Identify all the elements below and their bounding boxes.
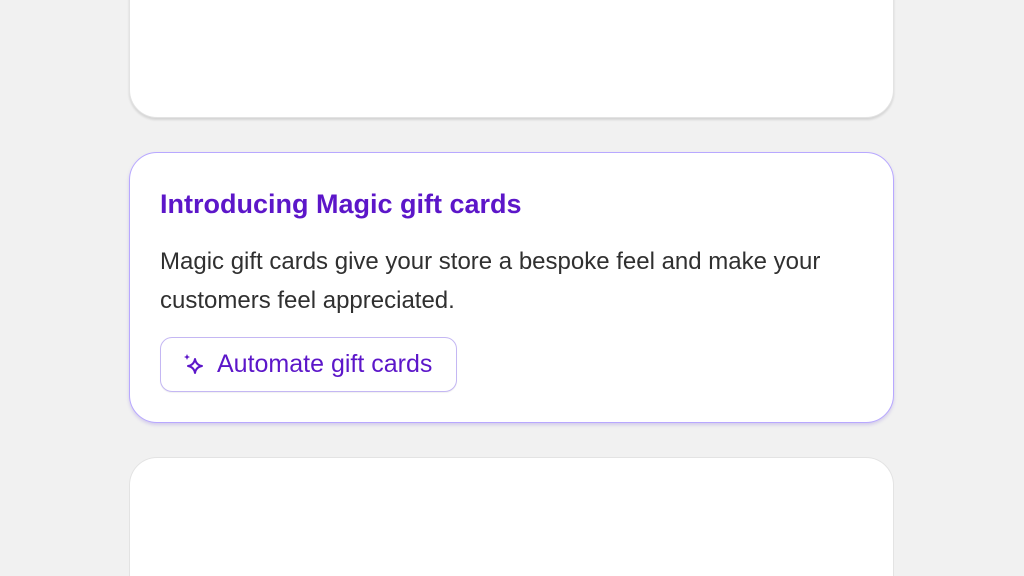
page: Introducing Magic gift cards Magic gift … [0, 0, 1024, 576]
next-card [129, 457, 894, 576]
promo-card-title: Introducing Magic gift cards [160, 189, 522, 219]
magic-sparkle-icon [181, 352, 207, 378]
automate-gift-cards-button[interactable]: Automate gift cards [160, 337, 458, 392]
magic-gift-cards-promo-card: Introducing Magic gift cards Magic gift … [129, 152, 894, 423]
promo-card-description: Magic gift cards give your store a bespo… [160, 248, 821, 314]
automate-gift-cards-label: Automate gift cards [217, 350, 433, 378]
previous-card [129, 0, 894, 118]
